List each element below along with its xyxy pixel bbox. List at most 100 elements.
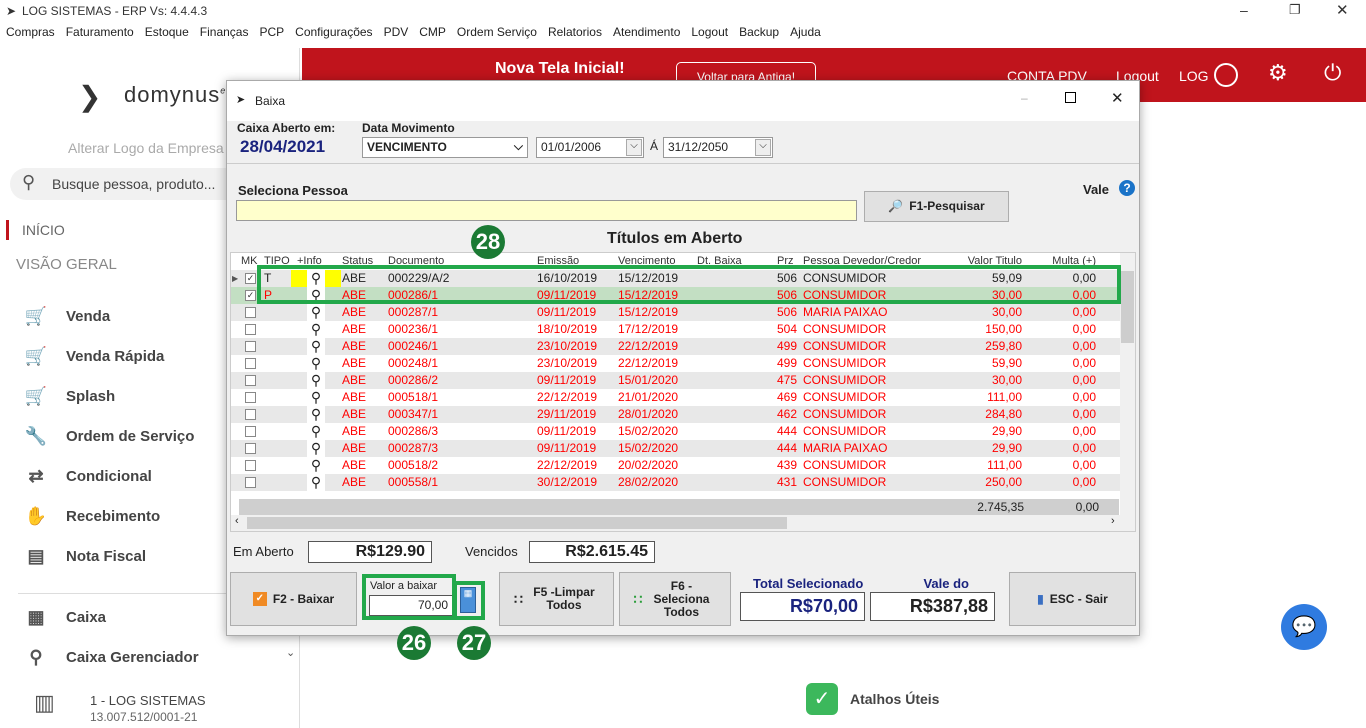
gear-icon[interactable]: ⚙	[1268, 60, 1288, 86]
sidebar-item[interactable]: ⚲ Caixa Gerenciador	[22, 647, 198, 668]
minimize-button[interactable]: –	[1240, 2, 1248, 18]
dialog-minimize-button[interactable]: –	[1021, 91, 1028, 105]
nfe-icon: ▤	[27, 546, 45, 566]
menu-item[interactable]: CMP	[419, 22, 446, 42]
row-checkbox[interactable]	[245, 358, 256, 369]
info-search-icon[interactable]: ⚲	[307, 338, 325, 355]
cell-prz: 469	[777, 390, 798, 404]
power-icon[interactable]: ⏻	[1324, 60, 1341, 86]
row-checkbox[interactable]: ✓	[245, 290, 256, 301]
restore-button[interactable]: ❐	[1289, 2, 1301, 18]
row-checkbox[interactable]	[245, 375, 256, 386]
menu-item[interactable]: Estoque	[145, 22, 189, 42]
date-to-input[interactable]: 31/12/2050 ⌵	[663, 137, 773, 158]
menu-item[interactable]: Atendimento	[613, 22, 680, 42]
scroll-left-icon[interactable]: ‹	[235, 515, 239, 527]
table-row[interactable]: ⚲ ABE 000286/2 09/11/2019 15/01/2020 475 CONSU…	[231, 372, 1121, 389]
wrench-icon: 🔧	[24, 426, 48, 446]
chat-icon[interactable]: 💬	[1281, 604, 1327, 650]
sidebar-item[interactable]: 🔧 Ordem de Serviço	[22, 426, 195, 447]
header-title: Nova Tela Inicial!	[495, 60, 625, 77]
scroll-right-icon[interactable]: ›	[1111, 515, 1115, 527]
menu-item[interactable]: Configurações	[295, 22, 372, 42]
info-search-icon[interactable]: ⚲	[307, 304, 325, 321]
row-checkbox[interactable]	[245, 324, 256, 335]
info-search-icon[interactable]: ⚲	[307, 355, 325, 372]
vertical-scrollbar[interactable]	[1120, 253, 1135, 515]
row-checkbox[interactable]	[245, 307, 256, 318]
info-search-icon[interactable]: ⚲	[307, 440, 325, 457]
atalhos-uteis[interactable]: Atalhos Úteis	[850, 691, 939, 707]
f1-search-button[interactable]: 🔎 F1-Pesquisar	[864, 191, 1009, 222]
pessoa-input[interactable]	[236, 200, 857, 221]
row-checkbox[interactable]	[245, 341, 256, 352]
f5-limpar-button[interactable]: ∷ F5 -Limpar Todos	[499, 572, 614, 626]
sidebar-item[interactable]: ▤ Nota Fiscal	[22, 546, 146, 567]
menu-item[interactable]: Finanças	[200, 22, 249, 42]
row-checkbox[interactable]	[245, 460, 256, 471]
sidebar-item[interactable]: ⇄ Condicional	[22, 466, 151, 487]
total-valor: 2.745,35	[977, 500, 1024, 514]
menu-item[interactable]: Ordem Serviço	[457, 22, 537, 42]
date-from-input[interactable]: 01/01/2006 ⌵	[536, 137, 644, 158]
table-row[interactable]: ⚲ ABE 000558/1 30/12/2019 28/02/2020 431 CONSU…	[231, 474, 1121, 491]
info-search-icon[interactable]: ⚲	[307, 389, 325, 406]
table-row[interactable]: ⚲ ABE 000287/1 09/11/2019 15/12/2019 506 MARIA…	[231, 304, 1121, 321]
table-row[interactable]: ⚲ ABE 000518/2 22/12/2019 20/02/2020 439 CONSU…	[231, 457, 1121, 474]
nav-inicio[interactable]: INÍCIO	[22, 222, 65, 238]
sidebar-item[interactable]: ▦ Caixa	[22, 607, 106, 628]
info-search-icon[interactable]: ⚲	[307, 372, 325, 389]
scroll-down-icon[interactable]: ⌄	[286, 646, 295, 659]
table-row[interactable]: ⚲ ABE 000246/1 23/10/2019 22/12/2019 499 CONSU…	[231, 338, 1121, 355]
menu-item[interactable]: Ajuda	[790, 22, 821, 42]
sidebar-item[interactable]: 🛒 Venda	[22, 306, 110, 327]
row-checkbox[interactable]	[245, 477, 256, 488]
menu-item[interactable]: Faturamento	[66, 22, 134, 42]
h-scroll-thumb[interactable]	[247, 517, 787, 529]
info-search-icon[interactable]: ⚲	[307, 406, 325, 423]
user-icon[interactable]	[1214, 63, 1238, 87]
row-checkbox[interactable]	[245, 409, 256, 420]
f6-seleciona-button[interactable]: ∷ F6 - Seleciona Todos	[619, 572, 731, 626]
table-row[interactable]: ⚲ ABE 000347/1 29/11/2019 28/01/2020 462 CONSU…	[231, 406, 1121, 423]
row-checkbox[interactable]	[245, 392, 256, 403]
table-row[interactable]: ⚲ ABE 000518/1 22/12/2019 21/01/2020 469 CONSU…	[231, 389, 1121, 406]
caixa-label: Caixa Aberto em:	[237, 121, 336, 135]
dialog-title-bar: ➤ Baixa – ✕	[227, 81, 1139, 121]
table-row[interactable]: ⚲ ABE 000236/1 18/10/2019 17/12/2019 504 CONSU…	[231, 321, 1121, 338]
cell-em: 22/12/2019	[537, 458, 598, 472]
nav-visao-geral[interactable]: VISÃO GERAL	[16, 256, 117, 273]
change-logo-link[interactable]: Alterar Logo da Empresa	[68, 140, 224, 156]
menu-item[interactable]: PDV	[384, 22, 409, 42]
help-icon[interactable]: ?	[1119, 180, 1135, 196]
sidebar-item[interactable]: ✋ Recebimento	[22, 506, 160, 527]
dialog-close-button[interactable]: ✕	[1111, 89, 1124, 107]
f2-baixar-button[interactable]: ✓ F2 - Baixar	[230, 572, 357, 626]
row-checkbox[interactable]: ✓	[245, 273, 256, 284]
table-row[interactable]: ⚲ ABE 000248/1 23/10/2019 22/12/2019 499 CONSU…	[231, 355, 1121, 372]
esc-sair-button[interactable]: ▮ ESC - Sair	[1009, 572, 1136, 626]
dialog-maximize-button[interactable]	[1065, 92, 1076, 103]
info-search-icon[interactable]: ⚲	[307, 423, 325, 440]
table-row[interactable]: ⚲ ABE 000286/3 09/11/2019 15/02/2020 444 CONSU…	[231, 423, 1121, 440]
info-search-icon[interactable]: ⚲	[307, 321, 325, 338]
menu-item[interactable]: Relatorios	[548, 22, 602, 42]
menu-item[interactable]: Backup	[739, 22, 779, 42]
data-movimento-select[interactable]: VENCIMENTO ⌵	[362, 137, 528, 158]
row-checkbox[interactable]	[245, 426, 256, 437]
menu-item[interactable]: Compras	[6, 22, 55, 42]
table-row[interactable]: ⚲ ABE 000287/3 09/11/2019 15/02/2020 444 MARIA…	[231, 440, 1121, 457]
calendar-dropdown-icon[interactable]: ⌵	[626, 139, 642, 156]
sidebar-item[interactable]: 🛒 Splash	[22, 386, 115, 407]
info-search-icon[interactable]: ⚲	[307, 474, 325, 491]
calendar-dropdown-icon[interactable]: ⌵	[755, 139, 771, 156]
info-search-icon[interactable]: ⚲	[307, 457, 325, 474]
column-header[interactable]: MK	[241, 255, 258, 267]
sidebar-item[interactable]: 🛒 Venda Rápida	[22, 346, 165, 367]
horizontal-scrollbar[interactable]: ‹ ›	[231, 515, 1135, 531]
row-checkbox[interactable]	[245, 443, 256, 454]
menu-item[interactable]: Logout	[691, 22, 728, 42]
close-button[interactable]: ✕	[1336, 1, 1349, 19]
scroll-thumb[interactable]	[1121, 271, 1134, 343]
menu-item[interactable]: PCP	[259, 22, 284, 42]
